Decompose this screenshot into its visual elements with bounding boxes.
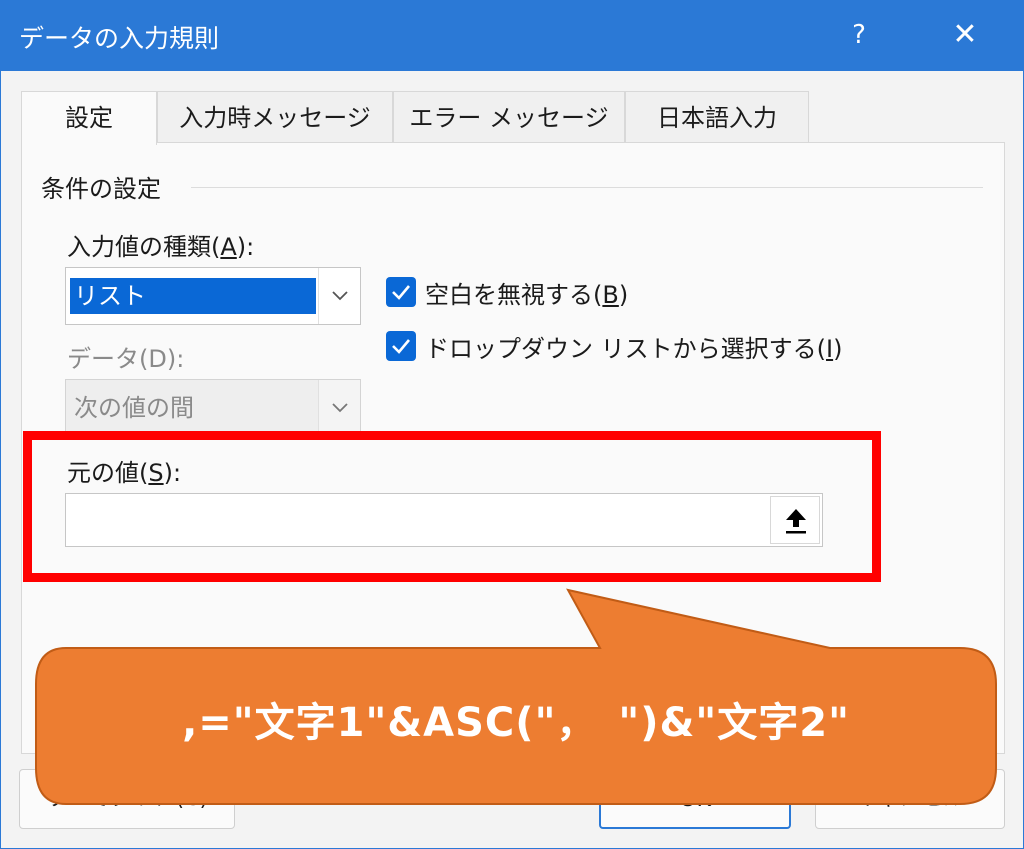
- highlight-box: [23, 431, 881, 582]
- checkmark-icon: [392, 339, 410, 354]
- data-dropdown-button[interactable]: [318, 380, 360, 436]
- group-title: 条件の設定: [41, 175, 161, 203]
- group-divider: [191, 187, 983, 188]
- allow-label: 入力値の種類(A):: [67, 233, 255, 261]
- allow-dropdown-button[interactable]: [318, 268, 360, 324]
- help-button[interactable]: ?: [839, 15, 879, 55]
- in-cell-dropdown-label[interactable]: ドロップダウン リストから選択する(I): [425, 329, 842, 364]
- tab-settings[interactable]: 設定: [21, 91, 157, 145]
- chevron-down-icon: [332, 291, 348, 301]
- tab-input-message[interactable]: 入力時メッセージ: [157, 91, 393, 143]
- dialog-title: データの入力規則: [19, 24, 220, 53]
- allow-dropdown-value: リスト: [70, 278, 316, 314]
- callout-text: ,="文字1"&ASC("， ")&"文字2": [182, 700, 850, 746]
- data-label: データ(D):: [67, 345, 185, 373]
- allow-dropdown[interactable]: リスト: [65, 267, 361, 325]
- in-cell-dropdown-checkbox[interactable]: [386, 331, 416, 361]
- chevron-down-icon: [332, 403, 348, 413]
- checkmark-icon: [392, 285, 410, 300]
- cancel-button[interactable]: キャンセル: [815, 769, 1005, 829]
- tab-ime-mode[interactable]: 日本語入力: [625, 91, 809, 143]
- clear-all-button[interactable]: すべてクリア(C): [19, 769, 235, 829]
- close-button[interactable]: ✕: [945, 15, 985, 55]
- tab-error-alert[interactable]: エラー メッセージ: [393, 91, 625, 143]
- ignore-blank-label[interactable]: 空白を無視する(B): [425, 275, 628, 310]
- title-bar: データの入力規則 ? ✕: [1, 1, 1023, 71]
- ok-button[interactable]: OK: [599, 769, 791, 829]
- ignore-blank-checkbox[interactable]: [386, 277, 416, 307]
- data-dropdown[interactable]: 次の値の間: [65, 379, 361, 437]
- data-dropdown-value: 次の値の間: [74, 394, 194, 422]
